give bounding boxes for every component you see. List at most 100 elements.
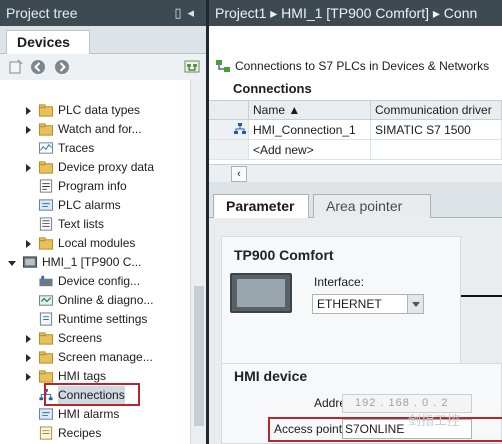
- properties-tabstrip: Parameter Area pointer: [209, 192, 502, 218]
- collapsed-arrow-icon[interactable]: [26, 107, 31, 115]
- tree-item[interactable]: Program info: [0, 177, 190, 196]
- interface-select[interactable]: ETHERNET: [312, 294, 424, 314]
- alarm-icon: [38, 408, 54, 420]
- tree-item-label: Device proxy data: [58, 160, 155, 174]
- column-header-driver[interactable]: Communication driver: [371, 101, 502, 120]
- connections-editor: Project1 ▸ HMI_1 [TP900 Comfort] ▸ Conn …: [209, 0, 502, 444]
- tree-item-label: Recipes: [58, 426, 102, 440]
- tree-item-label: Screens: [58, 331, 103, 345]
- breadcrumb: Project1 ▸ HMI_1 [TP900 Comfort] ▸ Conn: [209, 0, 502, 26]
- scroll-left-icon[interactable]: ‹: [231, 166, 247, 182]
- splitter[interactable]: [209, 182, 502, 192]
- collapsed-arrow-icon[interactable]: [26, 335, 31, 343]
- tree-item[interactable]: Device proxy data: [0, 158, 190, 177]
- tree-item-label: Program info: [58, 179, 127, 193]
- tree-item[interactable]: Watch and for...: [0, 120, 190, 139]
- online-diag-icon: [38, 295, 54, 306]
- table-cell-empty[interactable]: [371, 140, 502, 160]
- recipes-icon: [39, 426, 53, 440]
- network-line: [461, 295, 502, 297]
- table-row-selector[interactable]: [209, 120, 249, 140]
- traces-icon: [38, 142, 54, 154]
- program-info-icon: [39, 179, 53, 193]
- alarm-icon: [38, 199, 54, 211]
- collapsed-arrow-icon[interactable]: [26, 126, 31, 134]
- collapsed-arrow-icon[interactable]: [26, 164, 31, 172]
- parameter-panel: TP900 Comfort Interface: ETHERNET HMI de…: [209, 218, 502, 444]
- connections-to-plcs-link[interactable]: Connections to S7 PLCs in Devices & Netw…: [235, 59, 489, 73]
- tree-item[interactable]: Recipes: [0, 424, 190, 443]
- watermark: 剑指工控: [408, 413, 461, 428]
- collapsed-arrow-icon[interactable]: [26, 373, 31, 381]
- devices-networks-icon[interactable]: [215, 58, 231, 74]
- hmi-device-icon: [22, 256, 38, 268]
- hmi-device-card: HMI device Address: 192 . 168 . 0 . 2 Ac…: [221, 363, 502, 444]
- back-icon[interactable]: [30, 59, 46, 75]
- tree-item-label: Device config...: [58, 274, 141, 288]
- tree-item[interactable]: Local modules: [0, 234, 190, 253]
- tab-parameter[interactable]: Parameter: [213, 194, 309, 218]
- folder-icon: [38, 104, 54, 117]
- tree-item-label: Local modules: [58, 236, 136, 250]
- tree-item-label: Watch and for...: [58, 122, 142, 136]
- connections-heading: Connections: [209, 78, 502, 100]
- connections-table: Name ▲ Communication driver HMI_Connecti…: [209, 100, 502, 164]
- tree-item[interactable]: HMI alarms: [0, 405, 190, 424]
- tree-item[interactable]: Text lists: [0, 215, 190, 234]
- folder-icon: [38, 351, 54, 364]
- project-tree-tabstrip: Devices: [0, 26, 206, 55]
- tree-item-label: Traces: [58, 141, 95, 155]
- device-card: TP900 Comfort Interface: ETHERNET: [221, 236, 461, 364]
- project-tree-title: Project tree: [6, 5, 78, 21]
- device-title: TP900 Comfort: [234, 247, 334, 263]
- table-cell-connection-name[interactable]: HMI_Connection_1: [249, 120, 371, 140]
- tree-item[interactable]: Online & diagno...: [0, 291, 190, 310]
- tree-vertical-scrollbar[interactable]: [190, 80, 206, 444]
- project-tree-panel: Project tree ▯◂ Devices PLC data types Wa…: [0, 0, 206, 444]
- collapse-icon[interactable]: ◂: [187, 5, 200, 20]
- column-header-name[interactable]: Name ▲: [249, 101, 371, 120]
- runtime-icon: [39, 312, 53, 326]
- tree-item-label: PLC data types: [58, 103, 141, 117]
- panel-controls: ▯◂: [174, 0, 200, 26]
- hmi-device-title: HMI device: [234, 368, 308, 384]
- tab-area-pointer[interactable]: Area pointer: [313, 194, 431, 218]
- chevron-down-icon[interactable]: [407, 295, 423, 313]
- connections-to-plcs-bar: Connections to S7 PLCs in Devices & Netw…: [209, 54, 502, 78]
- text-list-icon: [39, 217, 53, 231]
- folder-icon: [38, 161, 54, 174]
- expanded-arrow-icon[interactable]: [8, 261, 16, 266]
- tree-item-label: HMI_1 [TP900 C...: [42, 255, 142, 269]
- tree-item[interactable]: PLC alarms: [0, 196, 190, 215]
- pin-icon[interactable]: ▯: [174, 5, 187, 20]
- tree-item-label: Online & diagno...: [58, 293, 154, 307]
- tree-item[interactable]: Runtime settings: [0, 310, 190, 329]
- tree-item[interactable]: Traces: [0, 139, 190, 158]
- table-corner-header: [209, 101, 249, 120]
- tree-item-label: Runtime settings: [58, 312, 148, 326]
- tree-item[interactable]: HMI_1 [TP900 C...: [0, 253, 190, 272]
- tree-item[interactable]: Screens: [0, 329, 190, 348]
- interface-label: Interface:: [314, 275, 365, 289]
- hmi-panel-image: [230, 273, 292, 313]
- collapsed-arrow-icon[interactable]: [26, 354, 31, 362]
- forward-icon[interactable]: [54, 59, 70, 75]
- scrollbar-thumb[interactable]: [194, 286, 204, 426]
- collapsed-arrow-icon[interactable]: [26, 240, 31, 248]
- tree-item-label: Text lists: [58, 217, 105, 231]
- new-item-icon[interactable]: [8, 59, 24, 75]
- folder-icon: [38, 332, 54, 345]
- network-view-icon[interactable]: [184, 59, 200, 75]
- tab-devices[interactable]: Devices: [6, 30, 90, 55]
- connection-icon: [234, 123, 246, 134]
- table-cell-driver[interactable]: SIMATIC S7 1500: [371, 120, 502, 140]
- add-new-connection[interactable]: <Add new>: [249, 140, 371, 160]
- access-point-label: Access point:: [274, 422, 346, 436]
- tree-item-label: PLC alarms: [58, 198, 121, 212]
- table-horizontal-scrollbar[interactable]: ‹: [209, 164, 502, 182]
- folder-icon: [38, 123, 54, 136]
- tree-item[interactable]: Screen manage...: [0, 348, 190, 367]
- tree-item[interactable]: PLC data types: [0, 101, 190, 120]
- table-row-selector[interactable]: [209, 140, 249, 160]
- tree-item[interactable]: Device config...: [0, 272, 190, 291]
